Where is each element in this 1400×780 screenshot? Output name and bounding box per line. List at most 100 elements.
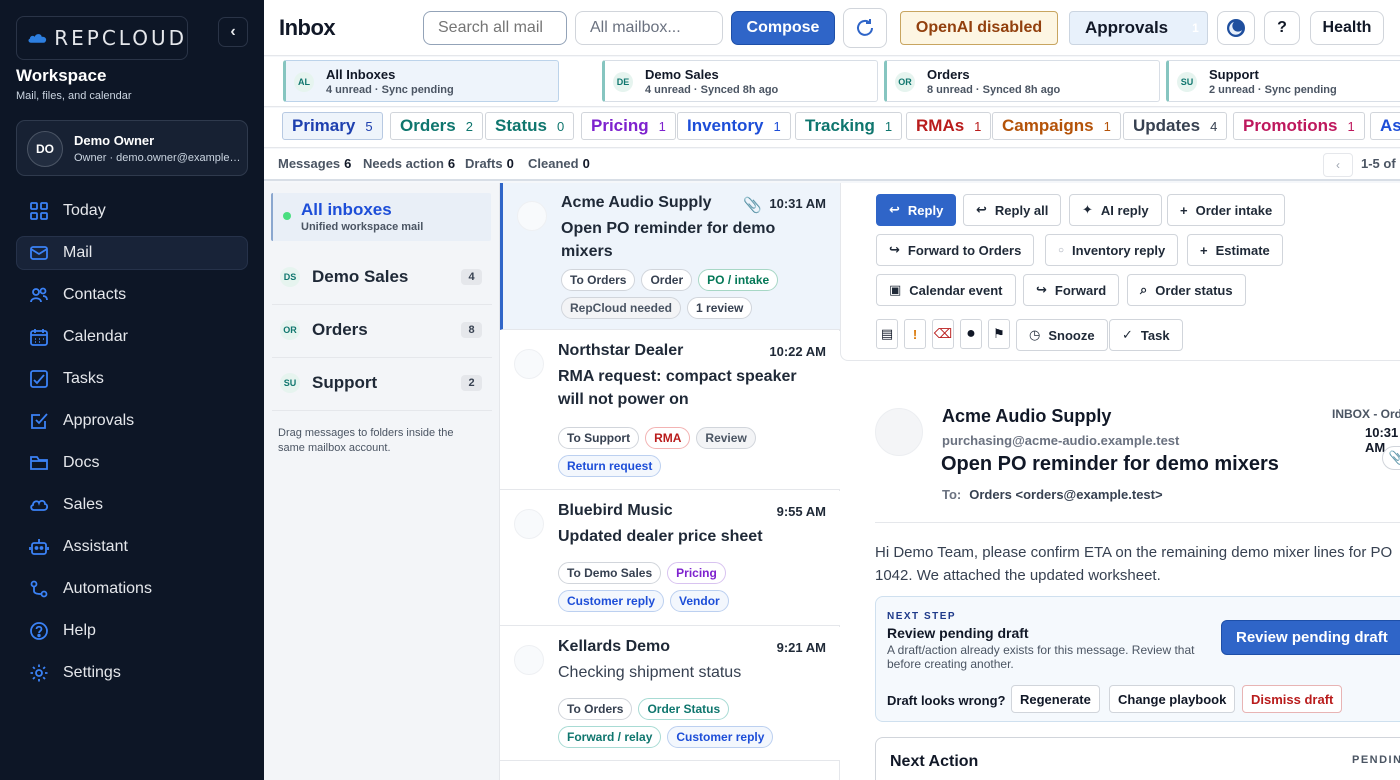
chip[interactable]: To Demo Sales — [558, 562, 662, 584]
review-pending-draft-button[interactable]: Review pending draft — [1221, 620, 1400, 655]
pager-prev-button[interactable]: ‹ — [1323, 153, 1353, 177]
attachment-button[interactable]: 📎 — [1382, 446, 1400, 470]
message-row[interactable]: Acme Audio Supply 📎 10:31 AM Open PO rem… — [500, 183, 840, 330]
folder-all-inboxes[interactable]: All inboxes Unified workspace mail — [271, 193, 491, 241]
nav-item-today[interactable]: Today — [16, 194, 248, 228]
stat-label: Drafts — [465, 156, 503, 171]
nav-item-assistant[interactable]: Assistant — [16, 530, 248, 564]
chip[interactable]: Order Status — [638, 698, 730, 720]
archive-button[interactable]: ▤ — [876, 319, 898, 349]
inventory-reply-button[interactable]: ○ Inventory reply — [1045, 234, 1179, 266]
user-card[interactable]: DO Demo Owner Owner · demo.owner@example… — [16, 120, 248, 176]
mailbox-select[interactable]: All mailbox... — [575, 11, 723, 45]
chip[interactable]: Customer reply — [667, 726, 774, 748]
snooze-button[interactable]: ◷ Snooze — [1016, 319, 1108, 351]
tab-inventory[interactable]: Inventory 1 — [677, 112, 791, 140]
forward-button[interactable]: ↪ Forward — [1023, 274, 1120, 306]
refresh-button[interactable] — [843, 8, 887, 48]
chip[interactable]: 1 review — [687, 297, 753, 319]
approvals-button[interactable]: Approvals 1 — [1069, 11, 1208, 45]
tab-label: Inventory — [687, 116, 764, 135]
calendar-event-button[interactable]: ▣ Calendar event — [876, 274, 1016, 306]
chip[interactable]: Customer reply — [558, 590, 665, 612]
chip[interactable]: To Orders — [561, 269, 636, 291]
chip[interactable]: Review — [696, 427, 756, 449]
nav-item-contacts[interactable]: Contacts — [16, 278, 248, 312]
folder-support[interactable]: SU Support 2 — [272, 359, 492, 411]
mailbox-card-all-inboxes[interactable]: AL All Inboxes 4 unread · Sync pending — [283, 60, 559, 102]
mailbox-card-demo-sales[interactable]: DE Demo Sales 4 unread · Synced 8h ago — [602, 60, 878, 102]
button-label: AI reply — [1100, 202, 1149, 218]
folder-demo-sales[interactable]: DS Demo Sales 4 — [272, 253, 492, 305]
tab-label: Updates — [1133, 116, 1201, 135]
chip[interactable]: To Support — [558, 427, 640, 449]
mark-read-button[interactable]: ● — [960, 319, 982, 349]
help-button[interactable]: ? — [1264, 11, 1300, 45]
tab-tracking[interactable]: Tracking 1 — [795, 112, 903, 140]
flag-button[interactable]: ⚑ — [988, 319, 1010, 349]
tab-orders[interactable]: Orders 2 — [390, 112, 483, 140]
chip[interactable]: RMA — [645, 427, 691, 449]
reading-pane: ↩ Reply ↩ Reply all ✦ AI reply + Order intak… — [840, 183, 1400, 780]
chip[interactable]: RepCloud needed — [561, 297, 682, 319]
nav-item-approvals[interactable]: Approvals — [16, 404, 248, 438]
openai-status-badge[interactable]: OpenAI disabled — [900, 11, 1058, 45]
message-chips: To Demo Sales Pricing Customer reply Ven… — [558, 562, 828, 612]
tab-updates[interactable]: Updates 4 — [1123, 112, 1228, 140]
nav-item-help[interactable]: Help — [16, 614, 248, 648]
chip[interactable]: Order — [641, 269, 693, 291]
reply-all-button[interactable]: ↩ Reply all — [963, 194, 1062, 226]
folder-orders[interactable]: OR Orders 8 — [272, 306, 492, 358]
tab-pricing[interactable]: Pricing 1 — [581, 112, 676, 140]
tab-campaigns[interactable]: Campaigns 1 — [992, 112, 1121, 140]
mailbox-card-orders[interactable]: OR Orders 8 unread · Synced 8h ago — [884, 60, 1160, 102]
task-button[interactable]: ✓ Task — [1109, 319, 1183, 351]
sidebar-nav: Today Mail Contacts Calendar Tasks Appro… — [16, 194, 248, 698]
logo[interactable]: REPCLOUD — [16, 16, 188, 60]
delete-button[interactable]: ⌫ — [932, 319, 954, 349]
email-address[interactable]: purchasing@acme-audio.example.test — [942, 433, 1179, 448]
reply-button[interactable]: ↩ Reply — [876, 194, 957, 226]
chip[interactable]: Return request — [558, 455, 662, 477]
order-status-button[interactable]: ⌕ Order status — [1127, 274, 1246, 306]
chip[interactable]: Vendor — [670, 590, 729, 612]
tab-rmas[interactable]: RMAs 1 — [906, 112, 992, 140]
folder-count: 4 — [461, 269, 482, 285]
important-button[interactable]: ! — [904, 319, 926, 349]
estimate-button[interactable]: + Estimate — [1187, 234, 1283, 266]
search-input[interactable] — [423, 11, 567, 45]
chip[interactable]: Forward / relay — [558, 726, 662, 748]
nav-item-settings[interactable]: Settings — [16, 656, 248, 690]
theme-toggle-button[interactable] — [1217, 11, 1255, 45]
tab-more[interactable]: Ass — [1370, 112, 1400, 140]
message-row[interactable]: Kellards Demo 9:21 AM Checking shipment … — [500, 627, 840, 761]
mailbox-card-support[interactable]: SU Support 2 unread · Sync pending — [1166, 60, 1400, 102]
change-playbook-button[interactable]: Change playbook — [1109, 685, 1236, 713]
nav-item-docs[interactable]: Docs — [16, 446, 248, 480]
nav-item-tasks[interactable]: Tasks — [16, 362, 248, 396]
tab-promotions[interactable]: Promotions 1 — [1233, 112, 1365, 140]
tab-label: Status — [495, 116, 547, 135]
chip[interactable]: To Orders — [558, 698, 633, 720]
chip[interactable]: PO / intake — [698, 269, 779, 291]
nav-label: Sales — [63, 496, 104, 513]
nav-item-mail[interactable]: Mail — [16, 236, 248, 270]
ai-reply-button[interactable]: ✦ AI reply — [1069, 194, 1162, 226]
order-intake-button[interactable]: + Order intake — [1167, 194, 1286, 226]
forward-to-orders-button[interactable]: ↪ Forward to Orders — [876, 234, 1035, 266]
tab-primary[interactable]: Primary 5 — [282, 112, 383, 140]
chip[interactable]: Pricing — [667, 562, 726, 584]
stat-value: 0 — [506, 156, 514, 171]
message-row[interactable]: Northstar Dealer 10:22 AM RMA request: c… — [500, 331, 840, 490]
compose-button[interactable]: Compose — [731, 11, 835, 45]
nav-item-automations[interactable]: Automations — [16, 572, 248, 606]
collapse-sidebar-button[interactable]: ‹ — [218, 17, 248, 47]
health-button[interactable]: Health — [1310, 11, 1384, 45]
dismiss-draft-button[interactable]: Dismiss draft — [1242, 685, 1343, 713]
nav-item-sales[interactable]: Sales — [16, 488, 248, 522]
message-row[interactable]: Bluebird Music 9:55 AM Updated dealer pr… — [500, 491, 840, 626]
tab-status[interactable]: Status 0 — [485, 112, 575, 140]
button-label: Forward — [1054, 282, 1107, 298]
nav-item-calendar[interactable]: Calendar — [16, 320, 248, 354]
regenerate-button[interactable]: Regenerate — [1011, 685, 1100, 713]
